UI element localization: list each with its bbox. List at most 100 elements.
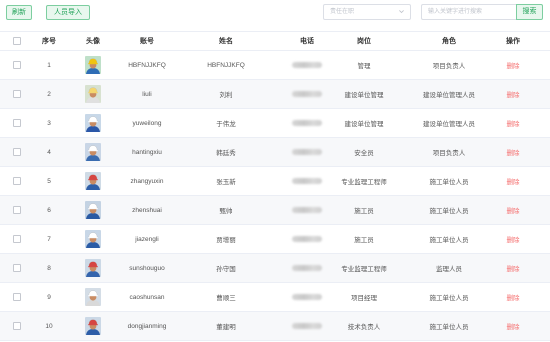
avatar-cell bbox=[69, 283, 117, 311]
row-phone bbox=[275, 51, 339, 79]
row-name: 曹顺三 bbox=[216, 295, 236, 302]
row-checkbox[interactable] bbox=[13, 90, 21, 98]
avatar-cell bbox=[69, 225, 117, 253]
table-row: 9 caoshunsan 曹顺三 项目经理 施工单位人员 删除 bbox=[0, 283, 550, 312]
phone-redacted bbox=[292, 294, 322, 300]
row-phone bbox=[275, 167, 339, 195]
row-select-cell bbox=[5, 80, 29, 108]
phone-redacted bbox=[292, 265, 322, 271]
table-row: 8 sunshouguo 孙守国 专业监理工程师 监理人员 删除 bbox=[0, 254, 550, 283]
row-phone bbox=[275, 80, 339, 108]
row-account: dongjianming bbox=[127, 322, 167, 330]
avatar-cell bbox=[69, 196, 117, 224]
search-input[interactable] bbox=[421, 4, 517, 20]
delete-link[interactable]: 删除 bbox=[507, 205, 520, 215]
row-checkbox[interactable] bbox=[13, 206, 21, 214]
row-operation: 删除 bbox=[496, 196, 530, 224]
row-post: 建设单位管理 bbox=[344, 121, 384, 128]
row-post: 施工员 bbox=[354, 237, 374, 244]
row-operation: 删除 bbox=[496, 225, 530, 253]
row-select-cell bbox=[5, 254, 29, 282]
table-row: 3 yuweilong 于伟龙 建设单位管理 建设单位管理人员 删除 bbox=[0, 109, 550, 138]
row-checkbox[interactable] bbox=[13, 322, 21, 330]
table-row: 2 liuli 刘利 建设单位管理 建设单位管理人员 删除 bbox=[0, 80, 550, 109]
table-row: 7 jiazengli 贾增丽 施工员 施工单位人员 删除 bbox=[0, 225, 550, 254]
row-checkbox[interactable] bbox=[13, 177, 21, 185]
row-phone bbox=[275, 225, 339, 253]
refresh-button[interactable]: 刷新 bbox=[6, 5, 32, 20]
delete-link[interactable]: 删除 bbox=[507, 89, 520, 99]
row-phone bbox=[275, 254, 339, 282]
chevron-down-icon bbox=[399, 10, 404, 14]
row-operation: 删除 bbox=[496, 109, 530, 137]
row-post: 技术负责人 bbox=[347, 324, 381, 331]
row-account: zhangyuxin bbox=[130, 177, 164, 185]
phone-redacted bbox=[292, 91, 322, 97]
avatar bbox=[85, 317, 101, 335]
row-seq: 8 bbox=[47, 264, 51, 272]
row-name: 董建明 bbox=[216, 324, 236, 331]
row-role: 施工单位人员 bbox=[429, 179, 469, 186]
row-select-cell bbox=[5, 196, 29, 224]
row-checkbox[interactable] bbox=[13, 293, 21, 301]
row-select-cell bbox=[5, 109, 29, 137]
row-seq: 6 bbox=[47, 206, 51, 214]
row-seq: 10 bbox=[45, 322, 53, 330]
row-seq: 1 bbox=[47, 61, 51, 69]
delete-link[interactable]: 删除 bbox=[507, 263, 520, 273]
row-post: 管理 bbox=[357, 63, 371, 70]
row-role: 建设单位管理人员 bbox=[423, 121, 475, 128]
avatar-cell bbox=[69, 138, 117, 166]
row-post: 建设单位管理 bbox=[344, 92, 384, 99]
row-name: 韩廷秀 bbox=[216, 150, 236, 157]
delete-link[interactable]: 删除 bbox=[507, 147, 520, 157]
row-select-cell bbox=[5, 283, 29, 311]
avatar bbox=[85, 230, 101, 248]
row-post: 专业监理工程师 bbox=[341, 179, 387, 186]
phone-redacted bbox=[292, 62, 322, 68]
phone-redacted bbox=[292, 323, 322, 329]
avatar-cell bbox=[69, 312, 117, 340]
row-seq: 4 bbox=[47, 148, 51, 156]
header-role: 角色 bbox=[442, 38, 456, 45]
phone-redacted bbox=[292, 120, 322, 126]
status-filter-select[interactable]: 责任在职 bbox=[323, 4, 411, 20]
row-operation: 删除 bbox=[496, 80, 530, 108]
row-account: caoshunsan bbox=[129, 293, 165, 301]
row-post: 安全员 bbox=[354, 150, 374, 157]
delete-link[interactable]: 删除 bbox=[507, 118, 520, 128]
row-select-cell bbox=[5, 225, 29, 253]
search-button[interactable]: 搜索 bbox=[516, 4, 543, 20]
row-phone bbox=[275, 312, 339, 340]
row-name: 甄帅 bbox=[219, 208, 233, 215]
row-checkbox[interactable] bbox=[13, 61, 21, 69]
row-select-cell bbox=[5, 312, 29, 340]
row-checkbox[interactable] bbox=[13, 264, 21, 272]
delete-link[interactable]: 删除 bbox=[507, 292, 520, 302]
table-row: 5 zhangyuxin 张玉新 专业监理工程师 施工单位人员 删除 bbox=[0, 167, 550, 196]
delete-link[interactable]: 删除 bbox=[507, 60, 520, 70]
delete-link[interactable]: 删除 bbox=[507, 176, 520, 186]
header-post: 岗位 bbox=[357, 38, 371, 45]
row-phone bbox=[275, 138, 339, 166]
avatar-cell bbox=[69, 109, 117, 137]
row-seq: 2 bbox=[47, 90, 51, 98]
row-checkbox[interactable] bbox=[13, 119, 21, 127]
avatar bbox=[85, 85, 101, 103]
import-personnel-button[interactable]: 人员导入 bbox=[46, 5, 90, 20]
select-all-checkbox[interactable] bbox=[13, 37, 21, 45]
row-name: 孙守国 bbox=[216, 266, 236, 273]
row-select-cell bbox=[5, 51, 29, 79]
table-row: 6 zhenshuai 甄帅 施工员 施工单位人员 删除 bbox=[0, 196, 550, 225]
header-name: 姓名 bbox=[219, 38, 233, 45]
row-checkbox[interactable] bbox=[13, 235, 21, 243]
avatar-cell bbox=[69, 80, 117, 108]
row-account: hantingxiu bbox=[132, 148, 162, 156]
row-account: yuweilong bbox=[132, 119, 162, 127]
row-seq: 9 bbox=[47, 293, 51, 301]
row-checkbox[interactable] bbox=[13, 148, 21, 156]
row-account: sunshouguo bbox=[129, 264, 165, 272]
delete-link[interactable]: 删除 bbox=[507, 234, 520, 244]
delete-link[interactable]: 删除 bbox=[507, 321, 520, 331]
table-header: 序号 头像 账号 姓名 电话 岗位 角色 操作 bbox=[0, 31, 550, 51]
